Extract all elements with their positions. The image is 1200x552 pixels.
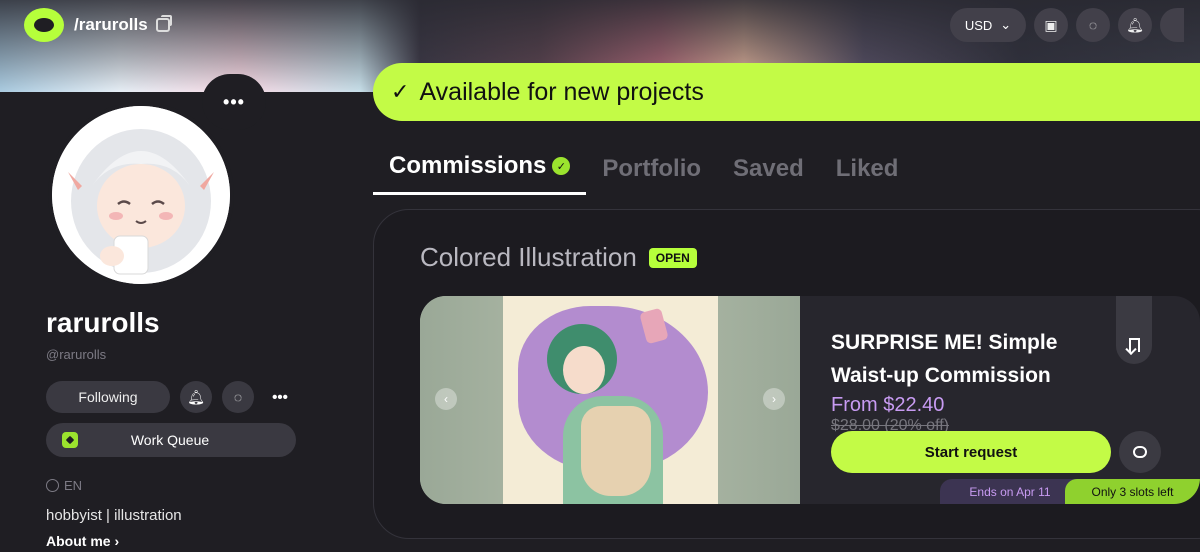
chat-icon: ◌ [233,389,243,405]
tab-commissions[interactable]: Commissions ✓ [373,148,587,195]
top-bar: /rarurolls USD ⌄ ▣ ◌ 🔔︎ [0,0,1200,50]
messages-button[interactable]: ◌ [1076,8,1110,42]
chevron-left-icon: ‹ [444,392,448,406]
slots-left-tag: Only 3 slots left [1065,479,1200,504]
profile-bio: hobbyist | illustration [46,507,182,524]
copy-icon[interactable] [155,15,172,32]
status-badge: OPEN [648,247,697,268]
work-queue-button[interactable]: Work Queue [46,423,296,457]
section-title: Colored Illustration OPEN [420,242,697,273]
chevron-down-icon: ⌄ [1000,17,1012,32]
tab-portfolio[interactable]: Portfolio [586,151,717,195]
site-path: /rarurolls [74,15,148,34]
about-me-link[interactable]: About me › [46,533,119,549]
tab-label: Commissions [389,152,547,179]
tab-liked[interactable]: Liked [820,151,915,195]
language-label: EN [64,478,83,493]
commission-card[interactable]: ‹ › SURPRISE ME! Simple Waist-up Commiss… [420,296,1200,504]
availability-banner: ✓ Available for new projects [373,63,1200,121]
commission-image [503,296,718,504]
avatar-illustration [52,106,230,284]
tab-saved[interactable]: Saved [717,151,820,195]
profile-notify-button[interactable]: 🔔︎ [180,381,212,413]
profile-handle: @rarurolls [46,347,107,362]
avatar[interactable] [48,102,234,288]
profile-tabs: Commissions ✓ Portfolio Saved Liked [373,148,914,195]
commission-price: From $22.40 [831,394,945,416]
check-icon: ✓ [391,79,410,104]
bell-icon: 🔔︎ [1126,16,1144,33]
notifications-button[interactable]: 🔔︎ [1118,8,1152,42]
ends-date-tag: Ends on Apr 11 [940,479,1080,504]
profile-message-button[interactable]: ◌ [222,381,254,413]
cart-button[interactable]: ▣ [1034,8,1068,42]
currency-selector[interactable]: USD ⌄ [950,8,1026,42]
commission-title[interactable]: SURPRISE ME! Simple Waist-up Commission [831,326,1101,392]
commission-gallery[interactable]: ‹ › [420,296,800,504]
chat-icon [1133,446,1147,458]
profile-more-button[interactable]: ••• [202,74,266,130]
currency-label: USD [964,17,993,33]
globe-icon [46,479,59,492]
menu-button[interactable] [1160,8,1184,42]
start-request-button[interactable]: Start request [831,431,1111,473]
gallery-next-button[interactable]: › [763,388,785,410]
work-queue-label: Work Queue [130,432,210,448]
chat-icon: ◌ [1088,17,1098,33]
work-queue-icon [62,432,78,448]
commission-info: SURPRISE ME! Simple Waist-up Commission … [831,326,1101,435]
bookmark-button[interactable] [1116,296,1152,364]
section-title-text: Colored Illustration [420,242,637,272]
gallery-prev-button[interactable]: ‹ [435,388,457,410]
profile-options-button[interactable]: ••• [266,381,294,413]
bookmark-icon [1128,338,1140,352]
availability-text: Available for new projects [419,77,704,106]
commission-chat-button[interactable] [1119,431,1161,473]
profile-name: rarurolls [46,307,160,338]
check-badge-icon: ✓ [552,157,571,175]
shopping-bag-icon: ▣ [1044,16,1058,33]
language: EN [46,478,82,493]
vgen-logo-icon[interactable] [24,8,64,42]
following-button[interactable]: Following [46,381,170,413]
chevron-right-icon: › [772,392,776,406]
bell-icon: 🔔︎ [187,388,205,405]
